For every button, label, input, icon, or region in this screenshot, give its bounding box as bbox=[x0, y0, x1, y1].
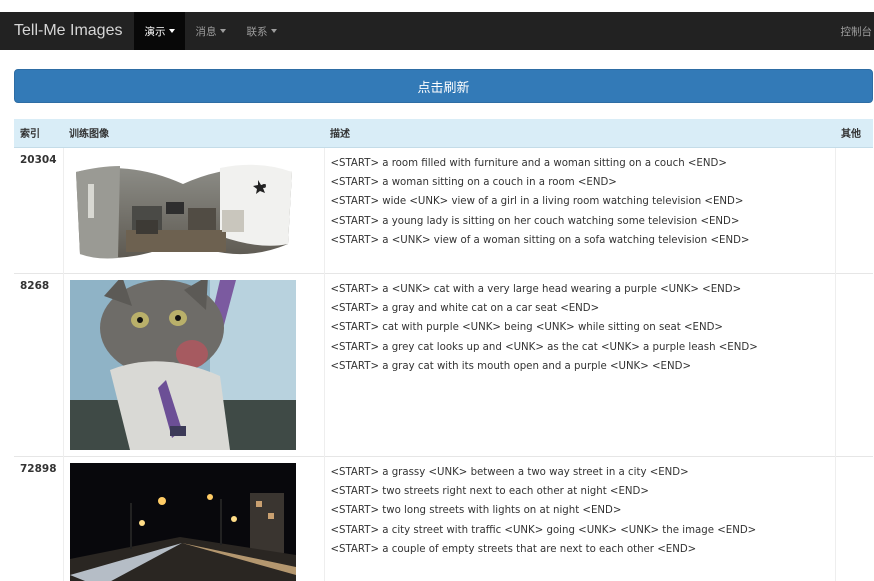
refresh-button[interactable]: 点击刷新 bbox=[14, 69, 873, 103]
chevron-down-icon bbox=[220, 29, 227, 33]
caption-line: <START> a city street with traffic <UNK>… bbox=[330, 524, 757, 536]
brand-link[interactable]: Tell-Me Images bbox=[0, 22, 134, 40]
nav-item-messages-label: 消息 bbox=[195, 25, 217, 38]
caption-line: <START> cat with purple <UNK> being <UNK… bbox=[330, 322, 723, 334]
caption-line: <START> two long streets with lights on … bbox=[330, 505, 622, 517]
table-row: 20304 <START> a room filled with furnitu… bbox=[14, 146, 873, 273]
night-street-image bbox=[69, 462, 296, 581]
nav-item-messages[interactable]: 消息 bbox=[185, 12, 236, 50]
caption-line: <START> a grey cat looks up and <UNK> as… bbox=[330, 341, 758, 353]
row-index: 8268 bbox=[14, 272, 63, 456]
header-image: 训练图像 bbox=[63, 119, 324, 148]
table-header-row: 索引 训练图像 描述 其他 bbox=[14, 119, 873, 148]
chevron-down-icon bbox=[271, 29, 278, 33]
nav-item-contact-label: 联系 bbox=[246, 25, 268, 38]
caption-line: <START> a <UNK> cat with a very large he… bbox=[330, 283, 742, 295]
header-index: 索引 bbox=[14, 119, 63, 148]
nav-item-demo-label: 演示 bbox=[144, 25, 166, 38]
navbar: Tell-Me Images 演示 消息 联系 控制台 bbox=[0, 12, 874, 50]
other-cell bbox=[834, 272, 873, 456]
caption-line: <START> a gray and white cat on a car se… bbox=[330, 302, 600, 314]
image-cell bbox=[62, 272, 324, 456]
nav-item-console-label: 控制台 bbox=[840, 25, 873, 38]
results-table: 索引 训练图像 描述 其他 20304 <START> a room fille… bbox=[14, 119, 873, 581]
image-cell bbox=[62, 455, 324, 581]
panorama-living-room-image bbox=[75, 164, 292, 258]
row-index: 20304 bbox=[14, 146, 63, 273]
caption-line: <START> a grassy <UNK> between a two way… bbox=[330, 466, 689, 478]
nav-item-contact[interactable]: 联系 bbox=[236, 12, 287, 50]
nav-item-demo[interactable]: 演示 bbox=[134, 12, 186, 50]
caption-line: <START> wide <UNK> view of a girl in a l… bbox=[330, 196, 744, 208]
caption-line: <START> a room filled with furniture and… bbox=[330, 157, 727, 169]
captions-cell: <START> a grassy <UNK> between a two way… bbox=[323, 455, 835, 581]
table-row: 72898 <START> a grassy <UNK> between a t… bbox=[14, 455, 873, 581]
header-description: 描述 bbox=[324, 119, 835, 148]
header-other: 其他 bbox=[835, 119, 873, 148]
caption-line: <START> a gray cat with its mouth open a… bbox=[330, 361, 692, 373]
chevron-down-icon bbox=[169, 29, 176, 33]
other-cell bbox=[834, 455, 873, 581]
table-row: 8268 <START> a <UNK> cat with a very lar… bbox=[14, 272, 873, 456]
top-strip bbox=[0, 0, 874, 12]
caption-line: <START> two streets right next to each o… bbox=[330, 485, 649, 497]
gray-cat-image bbox=[69, 279, 296, 450]
captions-cell: <START> a <UNK> cat with a very large he… bbox=[323, 272, 835, 456]
nav-item-console[interactable]: 控制台 bbox=[841, 12, 874, 50]
caption-line: <START> a woman sitting on a couch in a … bbox=[330, 176, 617, 188]
other-cell bbox=[834, 146, 873, 273]
row-index: 72898 bbox=[14, 455, 63, 581]
caption-line: <START> a <UNK> view of a woman sitting … bbox=[330, 235, 750, 247]
captions-cell: <START> a room filled with furniture and… bbox=[323, 146, 835, 273]
caption-line: <START> a couple of empty streets that a… bbox=[330, 544, 697, 556]
caption-line: <START> a young lady is sitting on her c… bbox=[330, 215, 740, 227]
image-cell bbox=[62, 146, 324, 273]
